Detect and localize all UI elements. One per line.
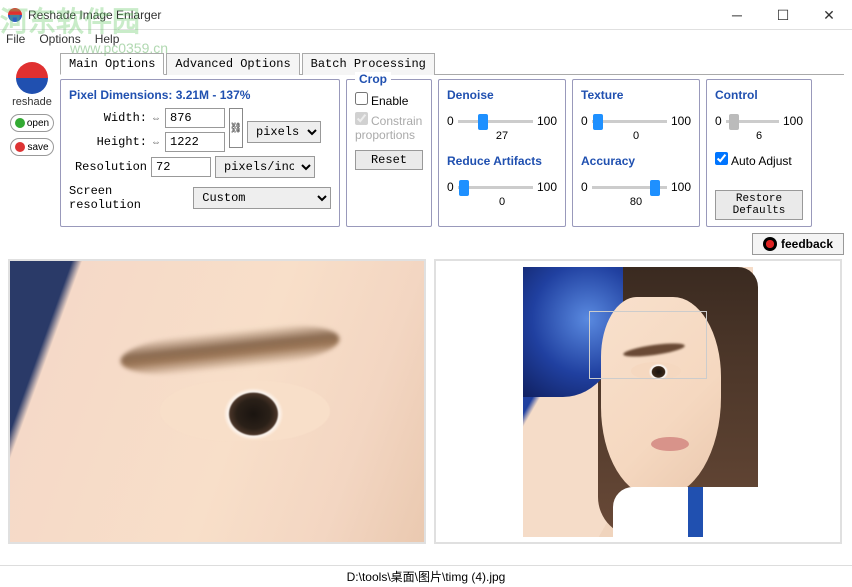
auto-adjust-checkbox[interactable]: Auto Adjust xyxy=(715,154,792,168)
texture-slider[interactable] xyxy=(592,120,667,123)
save-icon xyxy=(15,142,25,152)
constrain-checkbox: Constrain proportions xyxy=(355,114,422,142)
height-input[interactable] xyxy=(165,132,225,152)
save-button[interactable]: save xyxy=(10,138,54,156)
crop-group: Crop Enable Constrain proportions Reset xyxy=(346,79,432,227)
preview-original-pane[interactable] xyxy=(434,259,842,544)
texture-accuracy-group: Texture 0100 0 Accuracy 0100 80 xyxy=(572,79,700,227)
reduce-title: Reduce Artifacts xyxy=(447,154,557,168)
menu-file[interactable]: File xyxy=(6,32,25,48)
link-dimensions-icon[interactable]: ⛓ xyxy=(229,108,243,148)
texture-value: 0 xyxy=(581,130,691,142)
reduce-slider[interactable] xyxy=(458,186,533,189)
stepper-icon[interactable]: ⇔ xyxy=(151,137,161,148)
minimize-button[interactable]: ─ xyxy=(714,0,760,30)
reduce-value: 0 xyxy=(447,196,557,208)
unit-select[interactable]: pixels xyxy=(247,121,321,143)
maximize-button[interactable]: ☐ xyxy=(760,0,806,30)
original-image xyxy=(523,267,753,537)
feedback-button[interactable]: feedback xyxy=(752,233,844,255)
control-group: Control 0100 6 Auto Adjust Restore Defau… xyxy=(706,79,812,227)
resolution-label: Resolution xyxy=(69,160,147,174)
brand-label: reshade xyxy=(12,96,52,108)
preview-enlarged-pane[interactable] xyxy=(8,259,426,544)
control-title: Control xyxy=(715,88,803,102)
left-toolbar: reshade open save xyxy=(8,52,56,227)
control-value: 6 xyxy=(715,130,803,142)
width-label: Width: xyxy=(69,111,147,125)
screen-resolution-label: Screen resolution xyxy=(69,184,189,212)
reset-crop-button[interactable]: Reset xyxy=(355,150,423,170)
control-slider[interactable] xyxy=(726,120,779,123)
reshade-logo-icon xyxy=(16,62,48,94)
resolution-input[interactable] xyxy=(151,157,211,177)
pixel-title: Pixel Dimensions: 3.21M - 137% xyxy=(69,88,331,102)
denoise-reduce-group: Denoise 0100 27 Reduce Artifacts 0100 0 xyxy=(438,79,566,227)
accuracy-value: 80 xyxy=(581,196,691,208)
file-path: D:\tools\桌面\图片\timg (4).jpg xyxy=(347,568,506,585)
open-button[interactable]: open xyxy=(10,114,54,132)
resolution-unit-select[interactable]: pixels/inch xyxy=(215,156,315,178)
open-icon xyxy=(15,118,25,128)
bug-icon xyxy=(763,237,777,251)
stepper-icon[interactable]: ⇔ xyxy=(151,113,161,124)
tabs: Main Options Advanced Options Batch Proc… xyxy=(60,52,844,75)
close-button[interactable]: ✕ xyxy=(806,0,852,30)
app-icon xyxy=(8,8,22,22)
menubar: File Options Help xyxy=(0,30,852,50)
denoise-slider[interactable] xyxy=(458,120,533,123)
pixel-dimensions-group: Pixel Dimensions: 3.21M - 137% Width: ⇔ … xyxy=(60,79,340,227)
statusbar: D:\tools\桌面\图片\timg (4).jpg xyxy=(0,565,852,587)
denoise-value: 27 xyxy=(447,130,557,142)
window-title: Reshade Image Enlarger xyxy=(28,8,161,22)
restore-defaults-button[interactable]: Restore Defaults xyxy=(715,190,803,220)
tab-advanced-options[interactable]: Advanced Options xyxy=(166,53,299,75)
enable-crop-checkbox[interactable]: Enable xyxy=(355,94,408,108)
accuracy-title: Accuracy xyxy=(581,154,691,168)
texture-title: Texture xyxy=(581,88,691,102)
menu-help[interactable]: Help xyxy=(95,32,120,48)
enlarged-image xyxy=(10,261,424,542)
height-label: Height: xyxy=(69,135,147,149)
selection-rectangle[interactable] xyxy=(589,311,707,379)
tab-main-options[interactable]: Main Options xyxy=(60,53,164,75)
menu-options[interactable]: Options xyxy=(39,32,80,48)
width-input[interactable] xyxy=(165,108,225,128)
denoise-title: Denoise xyxy=(447,88,557,102)
titlebar: Reshade Image Enlarger ─ ☐ ✕ xyxy=(0,0,852,30)
crop-title: Crop xyxy=(355,72,391,86)
accuracy-slider[interactable] xyxy=(592,186,667,189)
screen-resolution-select[interactable]: Custom xyxy=(193,187,331,209)
